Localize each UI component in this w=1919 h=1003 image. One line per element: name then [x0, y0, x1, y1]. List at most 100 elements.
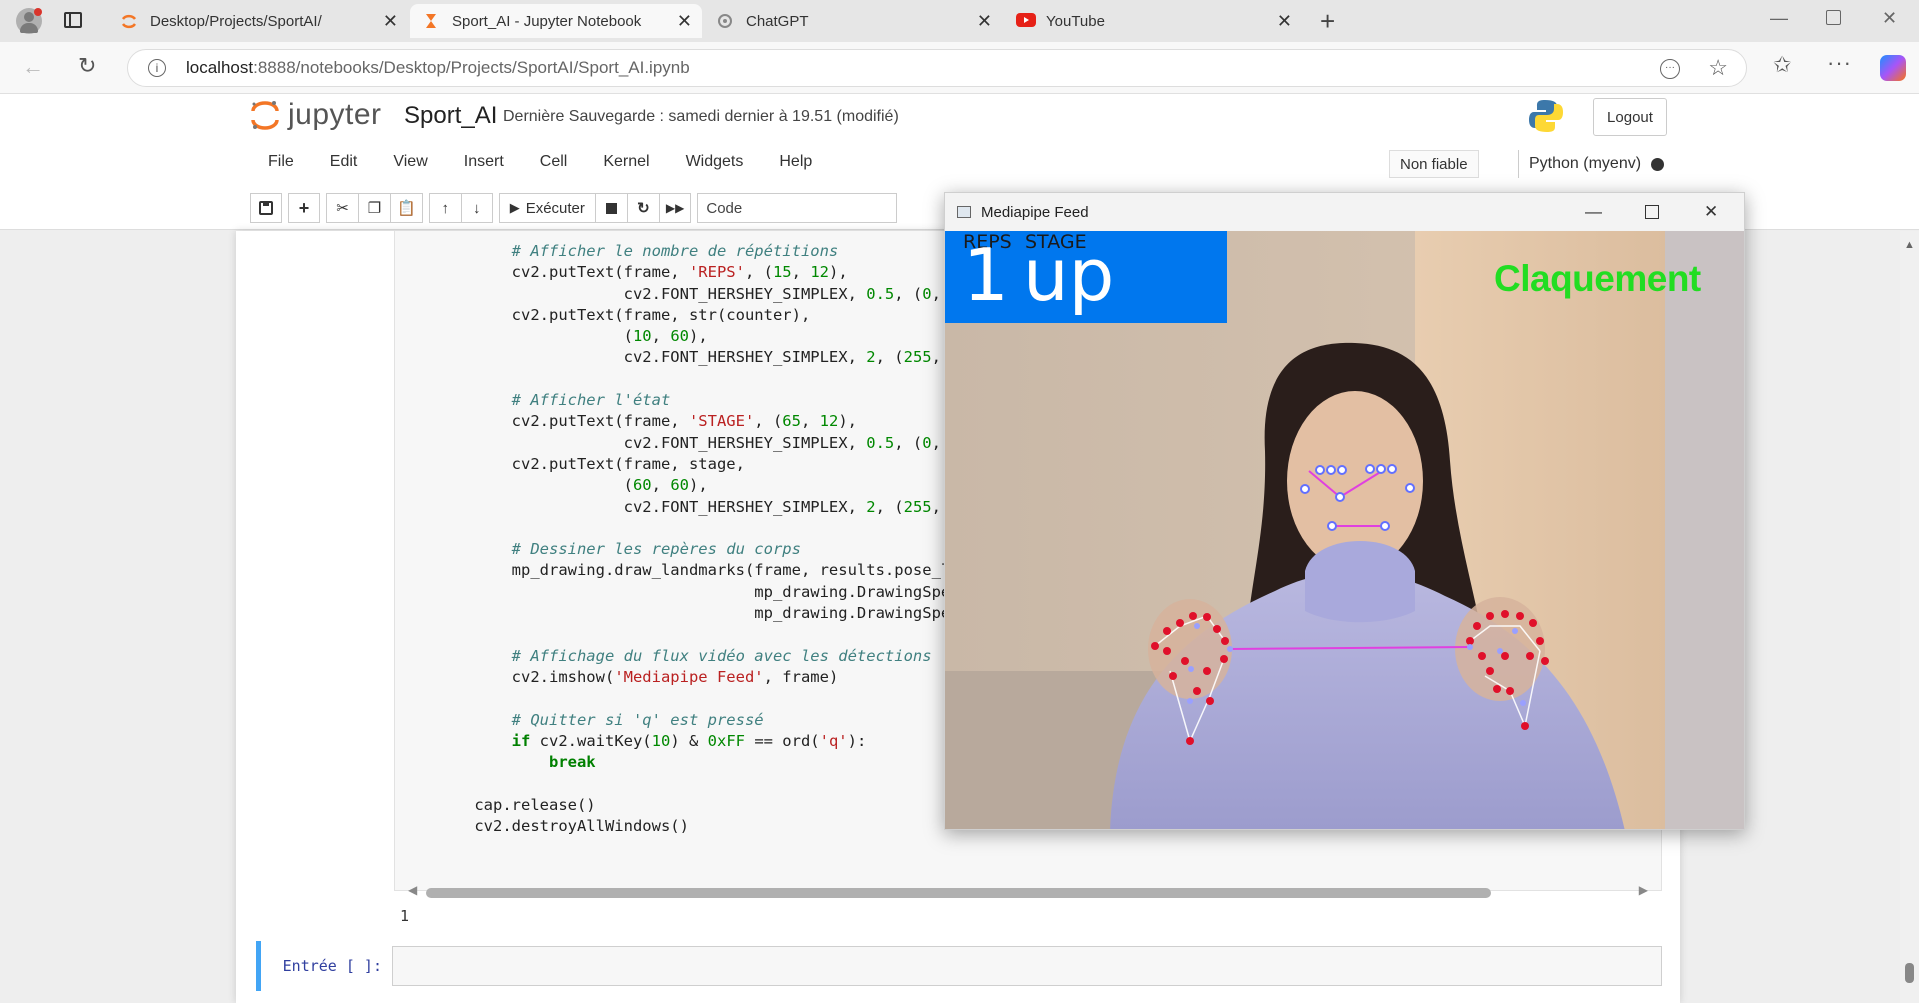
arrow-up-icon: ↑	[441, 199, 449, 217]
menu-edit[interactable]: Edit	[312, 153, 376, 171]
cell-output: 1	[400, 907, 410, 925]
chatgpt-icon	[716, 12, 734, 30]
minimize-window-icon[interactable]: —	[1770, 8, 1788, 29]
save-status: Dernière Sauvegarde : samedi dernier à 1…	[503, 108, 899, 125]
scissors-icon: ✂	[336, 200, 349, 217]
save-button[interactable]	[250, 193, 282, 223]
url-text: localhost:8888/notebooks/Desktop/Project…	[186, 58, 690, 78]
page-scroll-thumb[interactable]	[1905, 963, 1914, 983]
close-tab-icon[interactable]: ✕	[677, 11, 692, 32]
trust-indicator[interactable]: Non fiable	[1389, 150, 1479, 178]
restore-window-icon[interactable]	[1826, 10, 1841, 25]
interrupt-button[interactable]	[594, 193, 627, 223]
browser-tab-bar: Desktop/Projects/SportAI/ ✕ Sport_AI - J…	[0, 0, 1919, 42]
menu-file[interactable]: File	[250, 153, 312, 171]
cell-input-editor[interactable]	[392, 946, 1662, 986]
move-up-button[interactable]: ↑	[428, 193, 461, 223]
kernel-busy-icon	[1651, 157, 1665, 171]
fast-forward-icon: ▶▶	[665, 201, 685, 215]
stage-value: up	[1023, 233, 1115, 317]
youtube-icon	[1016, 12, 1036, 30]
tab-desktop-projects[interactable]: Desktop/Projects/SportAI/ ✕	[108, 4, 408, 38]
mediapipe-feed-window[interactable]: Mediapipe Feed — ✕ REPS STAGE 1 up Claqu…	[944, 192, 1745, 830]
kernel-name: Python (myenv)	[1529, 155, 1642, 172]
close-window-icon[interactable]: ✕	[1882, 8, 1897, 29]
feed-maximize-icon[interactable]	[1645, 205, 1659, 219]
feed-title-bar[interactable]: Mediapipe Feed — ✕	[945, 193, 1744, 231]
copy-icon: ❐	[367, 200, 382, 217]
favorites-icon[interactable]: ✩	[1773, 52, 1791, 78]
jupyter-logo[interactable]: jupyter	[250, 98, 382, 132]
tab-actions-icon[interactable]	[64, 12, 82, 28]
close-tab-icon[interactable]: ✕	[1277, 11, 1292, 32]
move-button-group: ↑ ↓	[428, 193, 493, 223]
scroll-up-icon[interactable]: ▲	[1904, 239, 1915, 251]
run-button[interactable]: ▶ Exécuter	[498, 193, 595, 223]
new-tab-icon[interactable]: +	[1320, 6, 1335, 37]
tab-sport-ai-notebook[interactable]: Sport_AI - Jupyter Notebook ✕	[410, 4, 702, 38]
notebook-name[interactable]: Sport_AI	[404, 102, 497, 130]
hourglass-icon	[422, 12, 440, 30]
menu-insert[interactable]: Insert	[446, 153, 522, 171]
move-down-button[interactable]: ↓	[460, 193, 493, 223]
copilot-icon[interactable]	[1880, 55, 1906, 81]
favorite-star-icon[interactable]: ☆	[1708, 55, 1728, 81]
input-prompt: Entrée [ ]:	[282, 957, 382, 975]
scroll-thumb[interactable]	[426, 888, 1491, 898]
tab-title: YouTube	[1046, 12, 1105, 30]
menu-widgets[interactable]: Widgets	[668, 153, 762, 171]
close-tab-icon[interactable]: ✕	[383, 11, 398, 32]
page-vertical-scrollbar[interactable]: ▲	[1900, 231, 1919, 1003]
code-editor[interactable]: # Afficher le nombre de répétitions cv2.…	[437, 241, 969, 837]
address-bar-row: ← ↻ i localhost:8888/notebooks/Desktop/P…	[0, 42, 1919, 94]
reader-mode-icon[interactable]: ···	[1660, 59, 1680, 79]
profile-icon[interactable]	[16, 8, 42, 34]
run-button-group: ▶ Exécuter ↻ ▶▶	[498, 193, 692, 223]
play-icon: ▶	[509, 200, 520, 215]
tab-youtube[interactable]: YouTube ✕	[1004, 4, 1302, 38]
jupyter-spinner-icon	[120, 12, 138, 30]
cut-button[interactable]: ✂	[326, 193, 358, 223]
tab-title: Sport_AI - Jupyter Notebook	[452, 12, 642, 30]
tab-title: Desktop/Projects/SportAI/	[150, 12, 322, 30]
url-input[interactable]: i localhost:8888/notebooks/Desktop/Proje…	[127, 49, 1747, 87]
python-logo-icon	[1528, 98, 1564, 134]
feed-close-icon[interactable]: ✕	[1704, 202, 1718, 222]
plus-icon: +	[298, 197, 310, 218]
paste-button[interactable]: 📋	[390, 193, 423, 223]
restart-button[interactable]: ↻	[626, 193, 659, 223]
notebook-toolbar: + ✂ ❐ 📋 ↑ ↓ ▶ Exécuter ↻ ▶▶ Code	[250, 192, 898, 224]
stop-icon	[605, 202, 617, 214]
webcam-feed: REPS STAGE 1 up Claquement	[945, 231, 1744, 829]
more-menu-icon[interactable]: ···	[1827, 50, 1852, 76]
url-path: :8888/notebooks/Desktop/Projects/SportAI…	[253, 58, 690, 77]
menu-view[interactable]: View	[375, 153, 445, 171]
empty-input-cell[interactable]: Entrée [ ]:	[256, 941, 1662, 991]
scroll-right-icon[interactable]: ▶	[1639, 883, 1648, 897]
copy-button[interactable]: ❐	[358, 193, 390, 223]
feed-minimize-icon[interactable]: —	[1585, 202, 1602, 222]
insert-cell-button[interactable]: +	[288, 193, 320, 223]
scroll-left-icon[interactable]: ◀	[408, 883, 417, 897]
logout-button[interactable]: Logout	[1593, 98, 1667, 136]
arrow-down-icon: ↓	[472, 199, 481, 217]
window-app-icon	[957, 206, 971, 218]
menu-cell[interactable]: Cell	[522, 153, 586, 171]
reload-icon[interactable]: ↻	[78, 53, 96, 79]
restart-run-all-button[interactable]: ▶▶	[658, 193, 692, 223]
reps-value: 1	[963, 233, 1009, 317]
cell-type-select[interactable]: Code	[697, 193, 898, 223]
jupyter-menu-bar: File Edit View Insert Cell Kernel Widget…	[250, 142, 830, 182]
clipboard-button-group: ✂ ❐ 📋	[326, 193, 423, 223]
horizontal-scrollbar[interactable]: ◀ ▶	[404, 879, 1654, 905]
paste-icon: 📋	[397, 200, 416, 217]
menu-help[interactable]: Help	[761, 153, 830, 171]
back-arrow-icon[interactable]: ←	[22, 54, 44, 80]
menu-kernel[interactable]: Kernel	[585, 153, 667, 171]
kernel-indicator[interactable]: Python (myenv)	[1518, 150, 1665, 178]
tab-chatgpt[interactable]: ChatGPT ✕	[704, 4, 1002, 38]
floppy-disk-icon	[259, 201, 273, 215]
site-info-icon[interactable]: i	[148, 59, 166, 77]
jupyter-logo-icon	[251, 101, 279, 130]
close-tab-icon[interactable]: ✕	[977, 11, 992, 32]
